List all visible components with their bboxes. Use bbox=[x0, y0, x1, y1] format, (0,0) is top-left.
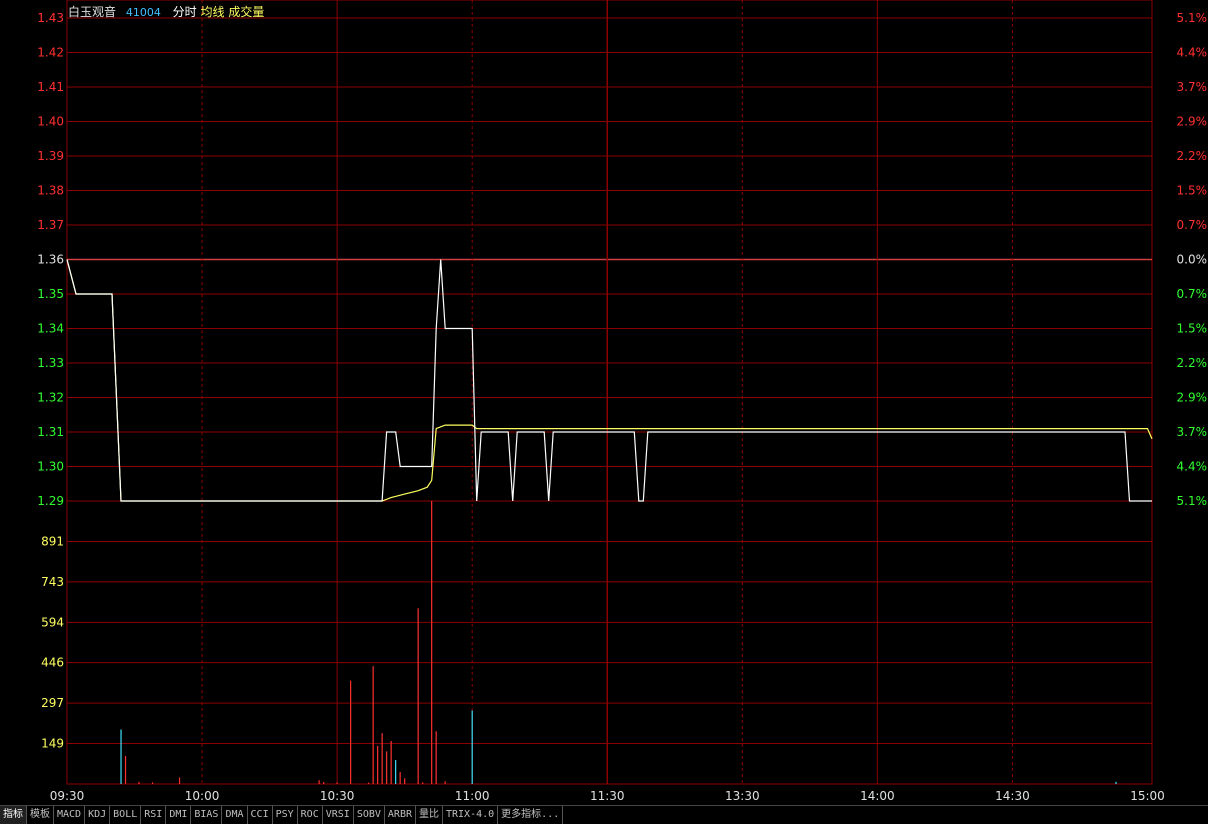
volume-tick-label: 891 bbox=[41, 535, 64, 549]
time-tick-label: 14:00 bbox=[860, 789, 895, 803]
time-tick-label: 11:00 bbox=[455, 789, 490, 803]
toolbar-item[interactable]: ARBR bbox=[385, 806, 416, 824]
toolbar-item[interactable]: 指标 bbox=[0, 806, 27, 824]
pct-tick-label: 3.7% bbox=[1177, 425, 1208, 439]
time-tick-label: 13:30 bbox=[725, 789, 760, 803]
volume-tick-label: 297 bbox=[41, 696, 64, 710]
pct-tick-label: 4.4% bbox=[1177, 46, 1208, 60]
price-tick-label: 1.30 bbox=[37, 460, 64, 474]
chart-title: 白玉观音 41004 分时 均线 成交量 bbox=[68, 3, 264, 20]
toolbar-item[interactable]: DMA bbox=[222, 806, 248, 824]
toolbar-item[interactable]: RSI bbox=[141, 806, 167, 824]
price-tick-label: 1.33 bbox=[37, 356, 64, 370]
time-tick-label: 15:00 bbox=[1130, 789, 1165, 803]
avg-price-line bbox=[66, 259, 1153, 502]
time-tick-label: 09:30 bbox=[50, 789, 85, 803]
time-tick-label: 14:30 bbox=[995, 789, 1030, 803]
volume-tick-label: 149 bbox=[41, 736, 64, 750]
price-tick-label: 1.37 bbox=[37, 218, 64, 232]
volume-tick-label: 743 bbox=[41, 575, 64, 589]
toolbar-item[interactable]: KDJ bbox=[85, 806, 111, 824]
toolbar-item[interactable]: VRSI bbox=[323, 806, 354, 824]
price-tick-label: 1.43 bbox=[37, 11, 64, 25]
pct-tick-label: 5.1% bbox=[1177, 11, 1208, 25]
toolbar-item[interactable]: ROC bbox=[298, 806, 323, 824]
toolbar-item[interactable]: MACD bbox=[54, 806, 86, 824]
stock-code: 41004 bbox=[125, 6, 161, 19]
price-tick-label: 1.29 bbox=[37, 494, 64, 508]
volume-label: 成交量 bbox=[228, 5, 265, 19]
volume-tick-label: 594 bbox=[41, 615, 64, 629]
avg-line-label: 均线 bbox=[200, 5, 225, 19]
chart-frame bbox=[66, 0, 1153, 785]
time-tick-label: 10:00 bbox=[185, 789, 220, 803]
toolbar-item[interactable]: DMI bbox=[166, 806, 192, 824]
time-tick-label: 11:30 bbox=[590, 789, 625, 803]
stock-name: 白玉观音 bbox=[68, 5, 117, 19]
toolbar-item[interactable]: 模板 bbox=[27, 806, 54, 824]
toolbar-item[interactable]: PSY bbox=[273, 806, 298, 824]
price-tick-label: 1.32 bbox=[37, 391, 64, 405]
price-tick-label: 1.31 bbox=[37, 425, 64, 439]
price-tick-label: 1.42 bbox=[37, 46, 64, 60]
pct-tick-label: 3.7% bbox=[1177, 80, 1208, 94]
toolbar-item[interactable]: CCI bbox=[248, 806, 273, 824]
toolbar-item[interactable]: 更多指标... bbox=[498, 806, 564, 824]
pct-tick-label: 2.2% bbox=[1177, 149, 1208, 163]
toolbar-item[interactable]: BOLL bbox=[110, 806, 142, 824]
pct-tick-label: 0.0% bbox=[1177, 253, 1208, 267]
price-tick-label: 1.40 bbox=[37, 115, 64, 129]
fenshi-label: 分时 bbox=[172, 5, 197, 19]
price-line bbox=[66, 259, 1152, 502]
pct-tick-label: 2.9% bbox=[1177, 115, 1208, 129]
pct-tick-label: 0.7% bbox=[1177, 218, 1208, 232]
toolbar-item[interactable]: BIAS bbox=[191, 806, 223, 824]
price-tick-label: 1.35 bbox=[37, 287, 64, 301]
time-tick-label: 10:30 bbox=[320, 789, 355, 803]
pct-tick-label: 5.1% bbox=[1177, 494, 1208, 508]
pct-tick-label: 1.5% bbox=[1177, 184, 1208, 198]
price-tick-label: 1.39 bbox=[37, 149, 64, 163]
time-share-chart[interactable]: 1.43 5.1% 1.42 4.4% 1.41 3.7% 1.40 2.9% 1.39 2.2%… bbox=[0, 0, 1208, 805]
price-tick-label: 1.36 bbox=[37, 253, 64, 267]
pct-tick-label: 1.5% bbox=[1177, 322, 1208, 336]
indicator-toolbar: 指标 模板 MACD KDJ BOLL RSI DMI BIAS DMA CCI… bbox=[0, 805, 1208, 824]
price-tick-label: 1.41 bbox=[37, 80, 64, 94]
toolbar-item[interactable]: TRIX-4.0 bbox=[443, 806, 499, 824]
pct-tick-label: 2.9% bbox=[1177, 391, 1208, 405]
pct-tick-label: 4.4% bbox=[1177, 460, 1208, 474]
toolbar-item[interactable]: 量比 bbox=[416, 806, 443, 824]
price-tick-label: 1.38 bbox=[37, 184, 64, 198]
price-tick-label: 1.34 bbox=[37, 322, 64, 336]
pct-tick-label: 2.2% bbox=[1177, 356, 1208, 370]
toolbar-item[interactable]: SOBV bbox=[354, 806, 385, 824]
volume-tick-label: 446 bbox=[41, 656, 64, 670]
pct-tick-label: 0.7% bbox=[1177, 287, 1208, 301]
